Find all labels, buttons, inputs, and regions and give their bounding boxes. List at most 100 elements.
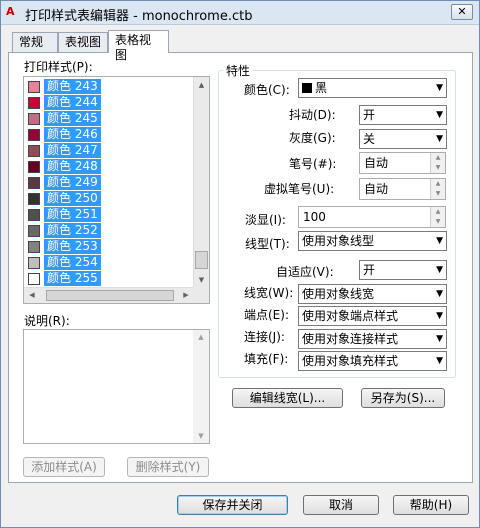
- save-as-button[interactable]: 另存为(S)...: [361, 388, 445, 408]
- styles-vertical-scrollbar[interactable]: ▲ ▼: [193, 77, 209, 288]
- style-list-item[interactable]: 颜色 245: [26, 111, 194, 127]
- style-list-item[interactable]: 颜色 244: [26, 95, 194, 111]
- styles-horizontal-scrollbar[interactable]: ◀ ▶: [24, 287, 194, 303]
- style-list-item[interactable]: 颜色 247: [26, 143, 194, 159]
- style-list-item[interactable]: 颜色 250: [26, 191, 194, 207]
- tab-general[interactable]: 常规: [12, 32, 58, 52]
- line-join-style-select[interactable]: 使用对象连接样式 ▼: [298, 329, 447, 349]
- line-end-style-select[interactable]: 使用对象端点样式 ▼: [298, 306, 447, 326]
- color-swatch: [28, 209, 40, 221]
- style-list-item[interactable]: 颜色 248: [26, 159, 194, 175]
- style-list-item[interactable]: 颜色 255: [26, 271, 194, 287]
- horizontal-scroll-thumb[interactable]: [46, 290, 174, 301]
- dither-label: 抖动(D):: [289, 108, 336, 122]
- color-swatch: [28, 81, 40, 93]
- scroll-thumb[interactable]: [195, 251, 208, 269]
- spin-up-icon[interactable]: ▲: [430, 153, 445, 163]
- style-name: 颜色 255: [44, 271, 101, 286]
- style-name: 颜色 246: [44, 127, 101, 142]
- close-button[interactable]: ✕: [451, 4, 473, 20]
- scroll-corner: [193, 287, 209, 303]
- fill-style-value: 使用对象填充样式: [302, 354, 399, 368]
- chevron-down-icon: ▼: [436, 83, 443, 93]
- virtual-pen-label: 虚拟笔号(U):: [264, 182, 335, 196]
- chevron-down-icon: ▼: [436, 289, 443, 299]
- fill-style-select[interactable]: 使用对象填充样式 ▼: [298, 351, 447, 371]
- grayscale-label: 灰度(G):: [289, 131, 336, 145]
- color-swatch: [28, 273, 40, 285]
- lineweight-value: 使用对象线宽: [302, 287, 375, 301]
- adaptive-label: 自适应(V):: [276, 265, 334, 279]
- spin-down-icon[interactable]: ▼: [430, 163, 445, 173]
- dither-select[interactable]: 开 ▼: [359, 105, 447, 125]
- style-name: 颜色 250: [44, 191, 101, 206]
- color-swatch: [28, 129, 40, 141]
- spin-up-icon[interactable]: ▲: [430, 179, 445, 189]
- edit-lineweights-button[interactable]: 编辑线宽(L)...: [232, 388, 343, 408]
- screening-label: 淡显(I):: [245, 213, 286, 227]
- tab-table-view[interactable]: 表视图: [58, 32, 108, 52]
- style-name: 颜色 247: [44, 143, 101, 158]
- pen-number-spinner[interactable]: 自动 ▲ ▼: [359, 152, 446, 174]
- color-select[interactable]: 黑 ▼: [298, 78, 447, 98]
- autocad-app-icon: A: [6, 5, 15, 18]
- scroll-left-icon[interactable]: ◀: [24, 288, 40, 303]
- delete-style-button[interactable]: 删除样式(Y): [127, 457, 209, 477]
- add-style-button[interactable]: 添加样式(A): [23, 457, 105, 477]
- save-and-close-button[interactable]: 保存并关闭: [177, 495, 288, 515]
- style-list-item[interactable]: 颜色 251: [26, 207, 194, 223]
- style-list-item[interactable]: 颜色 243: [26, 79, 194, 95]
- scroll-down-icon[interactable]: ▼: [194, 272, 209, 288]
- dither-value: 开: [363, 108, 376, 122]
- style-list-item[interactable]: 颜色 249: [26, 175, 194, 191]
- scroll-up-icon: ▲: [198, 333, 204, 341]
- adaptive-value: 开: [363, 263, 376, 277]
- virtual-pen-spinner[interactable]: 自动 ▲ ▼: [359, 178, 446, 200]
- grayscale-value: 关: [363, 132, 376, 146]
- color-swatch: [28, 193, 40, 205]
- color-swatch: [28, 257, 40, 269]
- chevron-down-icon: ▼: [436, 356, 443, 366]
- tab-form-view[interactable]: 表格视图: [108, 30, 169, 62]
- lineweight-select[interactable]: 使用对象线宽 ▼: [298, 284, 447, 304]
- close-icon: ✕: [457, 5, 467, 18]
- screening-value: 100: [303, 210, 326, 224]
- line-join-style-value: 使用对象连接样式: [302, 332, 399, 346]
- chevron-down-icon: ▼: [436, 265, 443, 275]
- virtual-pen-value: 自动: [364, 182, 389, 196]
- style-name: 颜色 243: [44, 79, 101, 94]
- spin-down-icon[interactable]: ▼: [430, 189, 445, 199]
- chevron-down-icon: ▼: [436, 110, 443, 120]
- color-swatch: [28, 145, 40, 157]
- description-textarea[interactable]: ▲ ▼: [23, 329, 210, 444]
- linetype-label: 线型(T):: [245, 237, 290, 251]
- style-name: 颜色 248: [44, 159, 101, 174]
- linetype-select[interactable]: 使用对象线型 ▼: [298, 231, 447, 251]
- style-list-item[interactable]: 颜色 252: [26, 223, 194, 239]
- screening-spinner[interactable]: 100 ▲ ▼: [298, 206, 446, 228]
- scroll-right-icon[interactable]: ▶: [178, 288, 194, 303]
- styles-label: 打印样式(P):: [24, 60, 93, 74]
- pen-number-value: 自动: [364, 156, 389, 170]
- style-name: 颜色 253: [44, 239, 101, 254]
- description-label: 说明(R):: [24, 314, 70, 328]
- style-name: 颜色 252: [44, 223, 101, 238]
- style-list-item[interactable]: 颜色 254: [26, 255, 194, 271]
- spin-down-icon[interactable]: ▼: [430, 217, 445, 227]
- chevron-down-icon: ▼: [436, 311, 443, 321]
- chevron-down-icon: ▼: [436, 236, 443, 246]
- adaptive-select[interactable]: 开 ▼: [359, 260, 447, 280]
- properties-group-title: 特性: [223, 62, 254, 79]
- grayscale-select[interactable]: 关 ▼: [359, 129, 447, 149]
- spin-up-icon[interactable]: ▲: [430, 207, 445, 217]
- scroll-up-icon[interactable]: ▲: [194, 77, 209, 93]
- print-styles-list[interactable]: 颜色 243 颜色 244 颜色 245 颜色 246 颜色 247 颜色 248 颜色 2…: [23, 76, 210, 304]
- title-bar[interactable]: A 打印样式表编辑器 - monochrome.ctb ✕: [1, 1, 479, 25]
- cancel-button[interactable]: 取消: [303, 495, 379, 515]
- chevron-down-icon: ▼: [436, 134, 443, 144]
- fill-style-label: 填充(F):: [244, 352, 289, 366]
- style-list-item[interactable]: 颜色 253: [26, 239, 194, 255]
- help-button[interactable]: 帮助(H): [393, 495, 469, 515]
- style-list-item[interactable]: 颜色 246: [26, 127, 194, 143]
- linetype-value: 使用对象线型: [302, 234, 375, 248]
